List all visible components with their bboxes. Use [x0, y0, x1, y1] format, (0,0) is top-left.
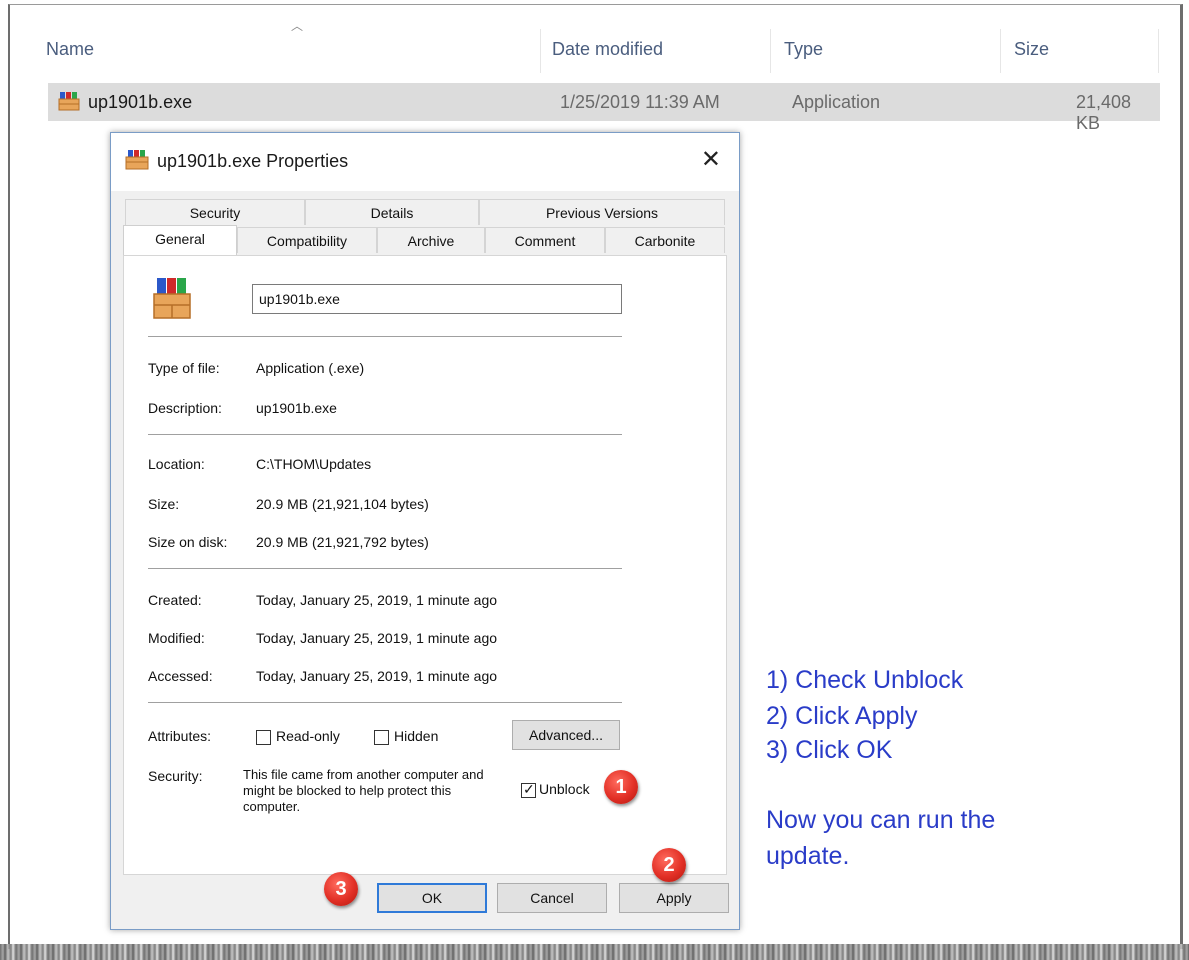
security-label: Security: [148, 768, 203, 784]
file-size: 21,408 KB [1076, 92, 1132, 133]
step-badge-2: 2 [652, 848, 686, 882]
tab-carbonite[interactable]: Carbonite [605, 227, 725, 253]
tab-compatibility[interactable]: Compatibility [237, 227, 377, 253]
installer-icon [153, 278, 191, 319]
security-message: This file came from another computer and… [243, 767, 484, 814]
tab-previous-versions[interactable]: Previous Versions [479, 199, 725, 225]
instruction-step-2: 2) Click Apply [766, 702, 918, 730]
size-on-disk-value: 20.9 MB (21,921,792 bytes) [256, 534, 429, 550]
column-separator[interactable] [540, 29, 541, 73]
advanced-button[interactable]: Advanced... [512, 720, 620, 750]
cancel-button[interactable]: Cancel [497, 883, 607, 913]
instruction-note-line-1: Now you can run the [766, 806, 996, 834]
attributes-label: Attributes: [148, 728, 212, 744]
created-value: Today, January 25, 2019, 1 minute ago [256, 592, 498, 608]
dialog-title: up1901b.exe Properties [157, 151, 349, 171]
torn-edge [0, 944, 1189, 960]
instruction-step-1: 1) Check Unblock [766, 666, 964, 694]
location-value: C:\THOM\Updates [256, 456, 372, 472]
installer-icon [125, 150, 149, 170]
step-badge-3: 3 [324, 872, 358, 906]
step-badge-1: 1 [604, 770, 638, 804]
column-header-size[interactable]: Size [1014, 39, 1049, 60]
tab-archive[interactable]: Archive [377, 227, 485, 253]
filename-field[interactable] [252, 284, 622, 314]
instruction-step-3: 3) Click OK [766, 736, 893, 764]
type-value: Application (.exe) [256, 360, 365, 376]
readonly-label[interactable]: Read-only [276, 728, 340, 744]
apply-button[interactable]: Apply [619, 883, 729, 913]
accessed-value: Today, January 25, 2019, 1 minute ago [256, 668, 498, 684]
size-on-disk-label: Size on disk: [148, 534, 228, 550]
hidden-label[interactable]: Hidden [394, 728, 438, 744]
size-value: 20.9 MB (21,921,104 bytes) [256, 496, 429, 512]
instruction-note-line-2: update. [766, 842, 850, 870]
file-date: 1/25/2019 11:39 AM [560, 92, 720, 112]
readonly-checkbox[interactable] [256, 730, 271, 745]
file-type: Application [792, 92, 881, 112]
tab-details[interactable]: Details [305, 199, 479, 225]
ok-button[interactable]: OK [377, 883, 487, 913]
unblock-checkbox[interactable]: ✓ [521, 781, 536, 798]
modified-value: Today, January 25, 2019, 1 minute ago [256, 630, 498, 646]
divider [148, 702, 622, 703]
sort-ascending-icon: ︿ [291, 19, 304, 33]
column-separator[interactable] [770, 29, 771, 73]
hidden-checkbox[interactable] [374, 730, 389, 745]
created-label: Created: [148, 592, 202, 608]
divider [148, 434, 622, 435]
tab-security[interactable]: Security [125, 199, 305, 225]
tab-general[interactable]: General [123, 225, 237, 255]
location-label: Location: [148, 456, 205, 472]
installer-icon [58, 92, 80, 111]
column-header-date[interactable]: Date modified [552, 39, 663, 60]
accessed-label: Accessed: [148, 668, 213, 684]
column-header-type[interactable]: Type [784, 39, 823, 60]
dialog-titlebar[interactable]: up1901b.exe Properties ✕ [111, 133, 739, 191]
description-label: Description: [148, 400, 222, 416]
file-name: up1901b.exe [88, 92, 193, 112]
close-button[interactable]: ✕ [701, 145, 721, 174]
column-header-name[interactable]: Name [46, 39, 94, 60]
type-label: Type of file: [148, 360, 220, 376]
divider [148, 568, 622, 569]
tab-comment[interactable]: Comment [485, 227, 605, 253]
description-value: up1901b.exe [256, 400, 337, 416]
size-label: Size: [148, 496, 180, 512]
unblock-label[interactable]: Unblock [539, 781, 590, 797]
column-separator[interactable] [1000, 29, 1001, 73]
modified-label: Modified: [148, 630, 205, 646]
checkmark-icon: ✓ [523, 781, 535, 797]
properties-dialog: up1901b.exe Properties ✕ Security Detail… [110, 132, 740, 930]
divider [148, 336, 622, 337]
column-separator[interactable] [1158, 29, 1159, 73]
file-row[interactable]: up1901b.exe 1/25/2019 11:39 AM Applicati… [48, 83, 1160, 133]
